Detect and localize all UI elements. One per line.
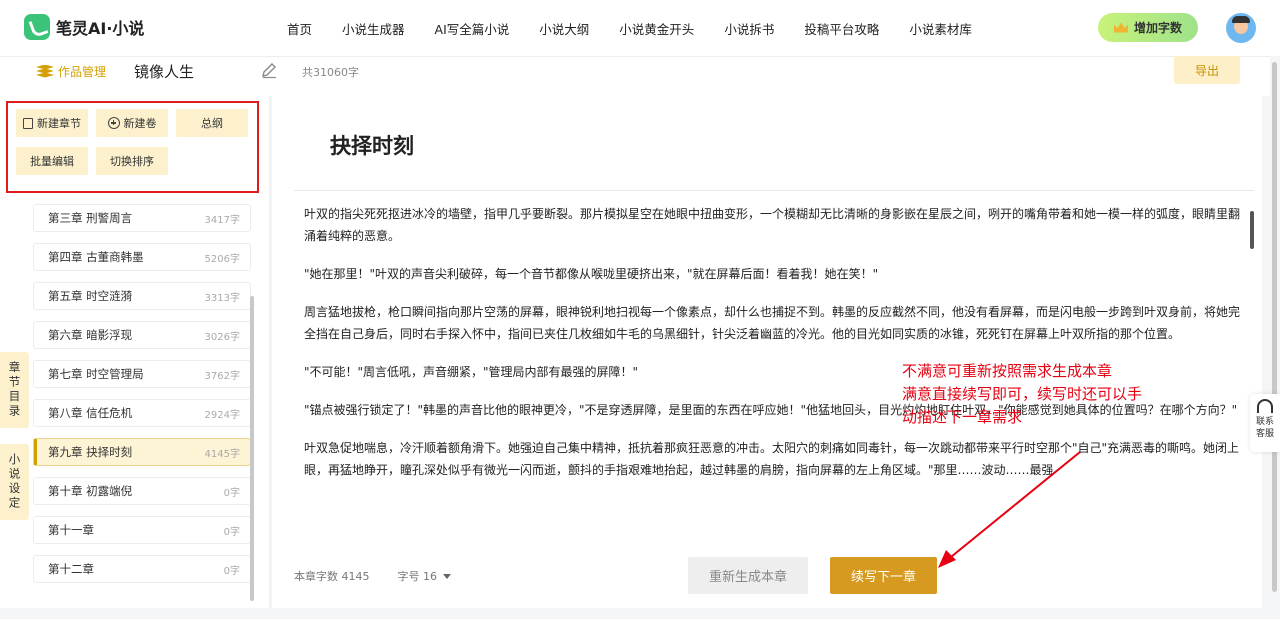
chapter-title: 第六章 暗影浮现 <box>48 328 133 342</box>
chapter-words: 0字 <box>223 526 240 538</box>
book-title: 镜像人生 <box>134 63 195 81</box>
works-management-link[interactable]: 作品管理 <box>36 63 106 80</box>
chapter-title: 第四章 古董商韩墨 <box>48 250 144 264</box>
add-words-button[interactable]: 增加字数 <box>1098 13 1198 42</box>
tab-chapter-catalog[interactable]: 章节目录 <box>0 352 29 428</box>
batch-edit-button[interactable]: 批量编辑 <box>16 147 88 175</box>
nav-ai-full-novel[interactable]: AI写全篇小说 <box>420 19 525 38</box>
nav-submission-guide[interactable]: 投稿平台攻略 <box>789 19 894 38</box>
book-word-count: 共31060字 <box>302 66 359 79</box>
chapter-item[interactable]: 第四章 古董商韩墨 5206字 <box>33 243 251 271</box>
customer-service-button[interactable]: 联系 客服 <box>1250 394 1280 452</box>
chapter-item[interactable]: 第七章 时空管理局 3762字 <box>33 360 251 388</box>
editor-scrollbar[interactable] <box>1250 211 1254 249</box>
switch-sort-button[interactable]: 切换排序 <box>96 147 168 175</box>
annotation-line: 不满意可重新按照需求生成本章 <box>902 362 1113 380</box>
page-scrollbar[interactable] <box>1272 62 1277 592</box>
chapter-title: 第九章 抉择时刻 <box>48 445 133 459</box>
caret-down-icon <box>443 573 451 579</box>
paragraph: 周言猛地拔枪，枪口瞬间指向那片空荡的屏幕，眼神锐利地扫视每一个像素点，却什么也捕… <box>304 305 1241 341</box>
chapter-toolbox-highlight: 新建章节 新建卷 总纲 批量编辑 切换排序 <box>6 101 259 193</box>
main-nav: 首页 小说生成器 AI写全篇小说 小说大纲 小说黄金开头 小说拆书 投稿平台攻略… <box>272 0 987 56</box>
top-navbar: 笔灵AI·小说 首页 小说生成器 AI写全篇小说 小说大纲 小说黄金开头 小说拆… <box>0 0 1280 56</box>
chapter-heading[interactable]: 抉择时刻 <box>330 130 414 160</box>
customer-service-label-1: 联系 <box>1255 417 1274 427</box>
nav-home[interactable]: 首页 <box>272 19 327 38</box>
editor-footer-info: 本章字数 4145 字号 16 <box>294 568 451 584</box>
chapter-item[interactable]: 第十二章 0字 <box>33 555 251 583</box>
font-size-value: 字号 16 <box>397 570 438 583</box>
chapter-title: 第八章 信任危机 <box>48 406 133 420</box>
new-volume-label: 新建卷 <box>123 117 157 130</box>
plus-circle-icon <box>107 117 120 129</box>
chapter-words: 3026字 <box>204 331 240 343</box>
chapter-list-scrollbar[interactable] <box>250 296 254 601</box>
nav-book-breakdown[interactable]: 小说拆书 <box>709 19 789 38</box>
chapter-title: 第十章 初露端倪 <box>48 484 133 498</box>
chapter-words: 0字 <box>223 487 240 499</box>
nav-outline[interactable]: 小说大纲 <box>524 19 604 38</box>
annotation-note: 不满意可重新按照需求生成本章 满意直接续写即可，续写时还可以手 动描述下一章需求 <box>902 360 1202 429</box>
chapter-words: 3313字 <box>204 292 240 304</box>
nav-novel-generator[interactable]: 小说生成器 <box>327 19 420 38</box>
chapter-words: 2924字 <box>204 409 240 421</box>
font-size-select[interactable]: 字号 16 <box>397 568 451 584</box>
crown-icon <box>1113 22 1128 33</box>
chapter-item[interactable]: 第三章 刑警周言 3417字 <box>33 204 251 232</box>
chapter-item[interactable]: 第十章 初露端倪 0字 <box>33 477 251 505</box>
document-icon <box>23 117 33 129</box>
app-logo[interactable]: 笔灵AI·小说 <box>24 14 144 40</box>
continue-next-chapter-button[interactable]: 续写下一章 <box>830 557 937 594</box>
annotation-line: 满意直接续写即可，续写时还可以手 <box>902 385 1143 403</box>
new-chapter-button[interactable]: 新建章节 <box>16 109 88 137</box>
chapter-item[interactable]: 第五章 时空涟漪 3313字 <box>33 282 251 310</box>
chapter-words: 0字 <box>223 565 240 577</box>
chapter-title: 第十一章 <box>48 523 94 537</box>
chapter-editor: 抉择时刻 叶双的指尖死死抠进冰冷的墙壁，指甲几乎要断裂。那片模拟星空在她眼中扭曲… <box>272 96 1262 608</box>
chapter-panel: 新建章节 新建卷 总纲 批量编辑 切换排序 第三章 刑警周言 3417字 第四章 … <box>0 96 270 608</box>
nav-material-library[interactable]: 小说素材库 <box>894 19 987 38</box>
regenerate-chapter-button[interactable]: 重新生成本章 <box>688 557 808 594</box>
outline-button[interactable]: 总纲 <box>176 109 248 137</box>
annotation-arrow-icon <box>938 451 1081 568</box>
chapter-item[interactable]: 第八章 信任危机 2924字 <box>33 399 251 427</box>
chapter-item[interactable]: 第六章 暗影浮现 3026字 <box>33 321 251 349</box>
chapter-title: 第五章 时空涟漪 <box>48 289 133 303</box>
annotation-line: 动描述下一章需求 <box>902 408 1023 426</box>
paragraph: 叶双的指尖死死抠进冰冷的墙壁，指甲几乎要断裂。那片模拟星空在她眼中扭曲变形，一个… <box>304 207 1241 243</box>
chapter-item-active[interactable]: 第九章 抉择时刻 4145字 <box>33 438 251 466</box>
chapter-words: 3762字 <box>204 370 240 382</box>
new-volume-button[interactable]: 新建卷 <box>96 109 168 137</box>
chapter-item[interactable]: 第十一章 0字 <box>33 516 251 544</box>
export-button[interactable]: 导出 <box>1174 56 1240 84</box>
heading-divider <box>294 190 1254 191</box>
customer-service-label-2: 客服 <box>1255 429 1274 439</box>
chapter-word-count: 本章字数 4145 <box>294 570 370 583</box>
new-chapter-label: 新建章节 <box>37 117 81 130</box>
works-management-label: 作品管理 <box>58 65 107 79</box>
work-header: 作品管理 镜像人生 共31060字 导出 <box>0 56 1270 96</box>
app-name: 笔灵AI·小说 <box>56 19 145 38</box>
nav-golden-opening[interactable]: 小说黄金开头 <box>604 19 709 38</box>
chapter-title: 第十二章 <box>48 562 94 576</box>
chapter-words: 5206字 <box>204 253 240 265</box>
headset-icon <box>1257 399 1273 413</box>
chapter-list: 第三章 刑警周言 3417字 第四章 古董商韩墨 5206字 第五章 时空涟漪 331… <box>33 204 251 594</box>
chapter-title: 第三章 刑警周言 <box>48 211 133 225</box>
avatar[interactable] <box>1226 13 1256 43</box>
chapter-words: 3417字 <box>204 214 240 226</box>
chapter-title: 第七章 时空管理局 <box>48 367 144 381</box>
logo-icon <box>24 14 50 40</box>
add-words-label: 增加字数 <box>1133 21 1182 35</box>
paragraph: "她在那里！"叶双的声音尖利破碎，每一个音节都像从喉咙里硬挤出来，"就在屏幕后面… <box>304 267 879 281</box>
chapter-words: 4145字 <box>204 448 240 460</box>
edit-pencil-icon[interactable] <box>260 61 278 79</box>
layers-icon <box>36 64 54 79</box>
paragraph: 叶双急促地喘息，冷汗顺着额角滑下。她强迫自己集中精神，抵抗着那疯狂恶意的冲击。太… <box>304 441 1240 477</box>
tab-novel-settings[interactable]: 小说设定 <box>0 444 29 520</box>
